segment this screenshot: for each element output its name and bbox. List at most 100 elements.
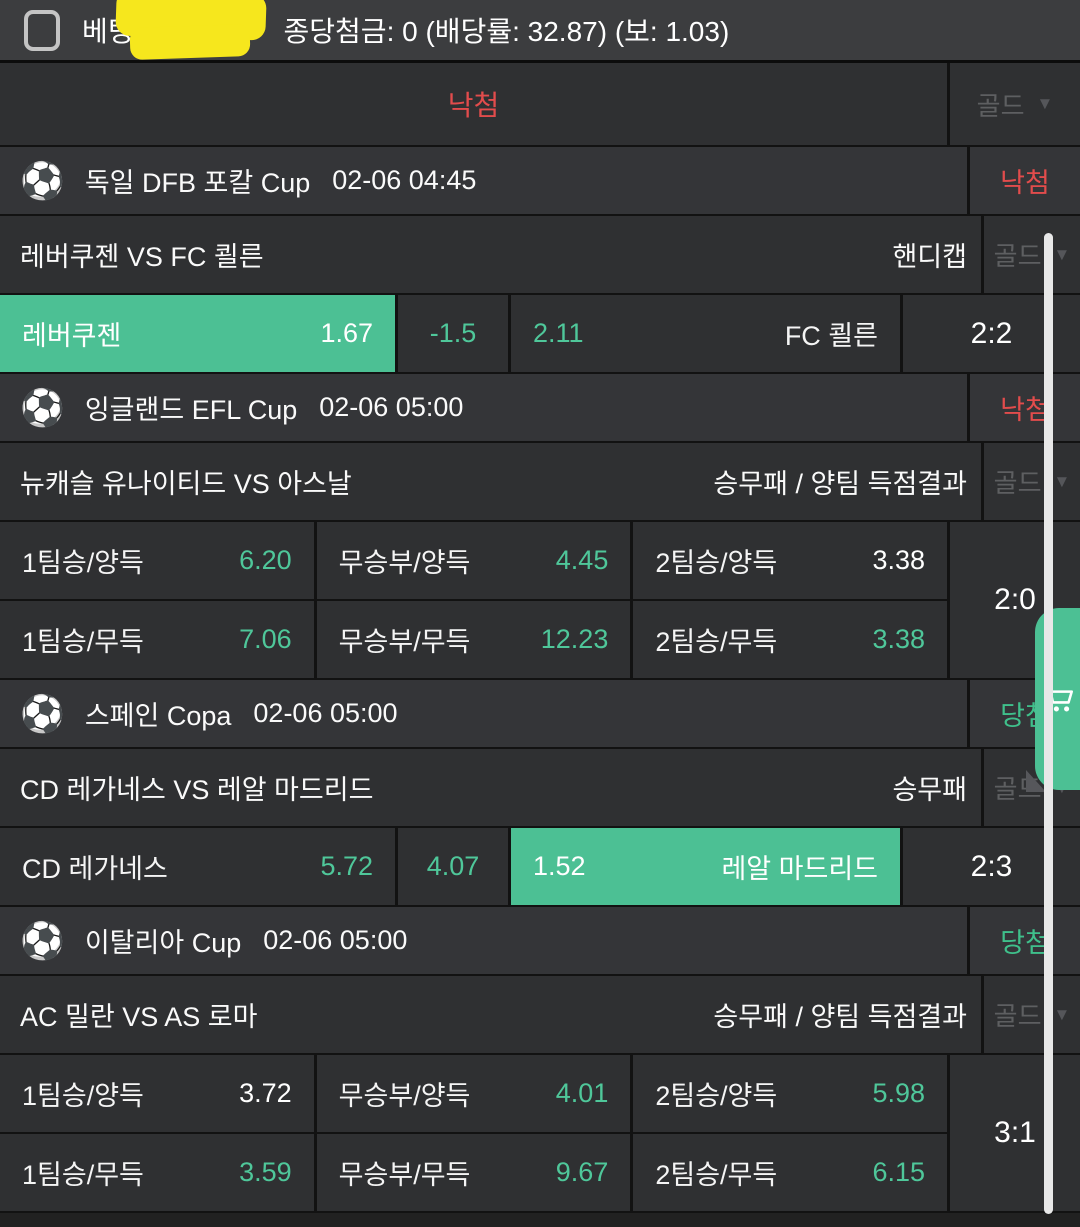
odds-label: 2팀승/양득 (655, 1074, 777, 1113)
odds-row: 레버쿠젠 1.67 -1.5 2.11 FC 쾰른 2:2 (0, 295, 1080, 374)
soccer-ball-icon: ⚽ (20, 163, 65, 199)
league-name: 잉글랜드 EFL Cup (85, 388, 297, 427)
league-name: 독일 DFB 포칼 Cup (85, 161, 310, 200)
odds-value: 7.06 (239, 624, 292, 655)
odds-value: 3.38 (872, 545, 925, 576)
match-time: 02-06 05:00 (263, 925, 407, 956)
match-row: 레버쿠젠 VS FC 쾰른 핸디캡 골드 ▼ (0, 216, 1080, 295)
match-row: AC 밀란 VS AS 로마 승무패 / 양팀 득점결과 골드 ▼ (0, 976, 1080, 1055)
bottom-gap (0, 1213, 1080, 1227)
chevron-down-icon: ▼ (1054, 472, 1071, 492)
odds-value: 3.38 (872, 624, 925, 655)
league-name: 이탈리아 Cup (85, 921, 241, 960)
gold-dropdown-label: 골드 (977, 86, 1025, 123)
market-label: 승무패 / 양팀 득점결과 (713, 995, 967, 1034)
home-team-name: CD 레가네스 (22, 847, 168, 886)
betting-slip-screen: 베팅 종당첨금: 0 (배당률: 32.87) (보: 1.03) 낙첨 골드 … (0, 0, 1080, 1227)
odds-cell[interactable]: 2팀승/양득 3.38 (633, 522, 947, 599)
handicap-line-value: -1.5 (430, 318, 477, 349)
odds-row: CD 레가네스 5.72 4.07 1.52 레알 마드리드 2:3 (0, 828, 1080, 907)
away-odds-value: 1.52 (533, 851, 586, 882)
odds-grid: 1팀승/양득 6.20 무승부/양득 4.45 2팀승/양득 3.38 1팀승/… (0, 522, 1080, 680)
match-time: 02-06 05:00 (319, 392, 463, 423)
gold-dropdown-label: 골드 (994, 236, 1042, 273)
odds-cell[interactable]: 1팀승/무득 7.06 (0, 601, 317, 678)
gold-dropdown[interactable]: 골드 ▼ (994, 236, 1071, 273)
odds-value: 6.20 (239, 545, 292, 576)
away-odds-value: 2.11 (533, 318, 584, 349)
odds-value: 4.45 (556, 545, 609, 576)
score-value: 2:0 (994, 583, 1036, 617)
odds-label: 1팀승/무득 (22, 620, 144, 659)
score-value: 3:1 (994, 1116, 1036, 1150)
odds-cell[interactable]: 1팀승/양득 6.20 (0, 522, 317, 599)
league-header: ⚽ 이탈리아 Cup 02-06 05:00 당첨 (0, 907, 1080, 976)
gold-dropdown-label: 골드 (994, 996, 1042, 1033)
home-odds-value: 1.67 (320, 318, 373, 349)
match-row: CD 레가네스 VS 레알 마드리드 승무패 골드 ▼ (0, 749, 1080, 828)
odds-cell[interactable]: 1팀승/양득 3.72 (0, 1055, 317, 1132)
slip-header: 베팅 종당첨금: 0 (배당률: 32.87) (보: 1.03) (0, 0, 1080, 63)
match-status-badge: 낙첨 (1000, 388, 1050, 427)
odds-cell-away[interactable]: 2.11 FC 쾰른 (511, 295, 903, 372)
soccer-ball-icon: ⚽ (20, 390, 65, 426)
gold-dropdown[interactable]: 골드 ▼ (994, 463, 1071, 500)
home-odds-value: 5.72 (320, 851, 373, 882)
scrollbar-thumb[interactable] (1044, 233, 1053, 1214)
market-label: 승무패 (892, 768, 967, 807)
odds-value: 3.72 (239, 1078, 292, 1109)
odds-cell[interactable]: 1팀승/무득 3.59 (0, 1134, 317, 1211)
soccer-ball-icon: ⚽ (20, 696, 65, 732)
slip-status-badge: 낙첨 (448, 84, 500, 124)
odds-cell[interactable]: 무승부/무득 9.67 (317, 1134, 634, 1211)
chevron-down-icon: ▼ (1054, 245, 1071, 265)
teams-label: CD 레가네스 VS 레알 마드리드 (20, 768, 373, 807)
odds-grid: 1팀승/양득 3.72 무승부/양득 4.01 2팀승/양득 5.98 1팀승/… (0, 1055, 1080, 1213)
slip-payout-summary: 종당첨금: 0 (배당률: 32.87) (보: 1.03) (284, 10, 730, 50)
odds-value: 5.98 (872, 1078, 925, 1109)
teams-label: AC 밀란 VS AS 로마 (20, 995, 257, 1034)
select-all-checkbox[interactable] (24, 10, 60, 51)
odds-cell-draw[interactable]: 4.07 (398, 828, 511, 905)
odds-label: 무승부/무득 (339, 1153, 471, 1192)
soccer-ball-icon: ⚽ (20, 923, 65, 959)
match-row: 뉴캐슬 유나이티드 VS 아스날 승무패 / 양팀 득점결과 골드 ▼ (0, 443, 1080, 522)
cart-button[interactable] (1035, 608, 1080, 790)
odds-label: 1팀승/양득 (22, 541, 144, 580)
draw-odds-value: 4.07 (427, 851, 480, 882)
odds-value: 3.59 (239, 1157, 292, 1188)
odds-value: 12.23 (541, 624, 609, 655)
match-time: 02-06 04:45 (332, 165, 476, 196)
chevron-down-icon: ▼ (1037, 94, 1054, 114)
odds-cell[interactable]: 2팀승/무득 3.38 (633, 601, 947, 678)
odds-cell-home[interactable]: 레버쿠젠 1.67 (0, 295, 398, 372)
odds-label: 무승부/양득 (339, 1074, 471, 1113)
odds-value: 9.67 (556, 1157, 609, 1188)
odds-value: 6.15 (872, 1157, 925, 1188)
teams-label: 뉴캐슬 유나이티드 VS 아스날 (20, 462, 352, 501)
gold-dropdown[interactable]: 골드 ▼ (994, 996, 1071, 1033)
match-status-badge: 낙첨 (1000, 161, 1050, 200)
gold-dropdown[interactable]: 골드 ▼ (977, 86, 1054, 123)
odds-cell[interactable]: 무승부/무득 12.23 (317, 601, 634, 678)
gold-dropdown-label: 골드 (994, 463, 1042, 500)
match-time: 02-06 05:00 (253, 698, 397, 729)
odds-cell[interactable]: 무승부/양득 4.45 (317, 522, 634, 599)
market-label: 핸디캡 (892, 235, 967, 274)
league-header: ⚽ 스페인 Copa 02-06 05:00 당첨 (0, 680, 1080, 749)
league-header: ⚽ 잉글랜드 EFL Cup 02-06 05:00 낙첨 (0, 374, 1080, 443)
match-status-badge: 당첨 (1000, 921, 1050, 960)
odds-cell-home[interactable]: CD 레가네스 5.72 (0, 828, 398, 905)
odds-cell[interactable]: 무승부/양득 4.01 (317, 1055, 634, 1132)
market-label: 승무패 / 양팀 득점결과 (713, 462, 967, 501)
odds-cell[interactable]: 2팀승/양득 5.98 (633, 1055, 947, 1132)
league-header: ⚽ 독일 DFB 포칼 Cup 02-06 04:45 낙첨 (0, 147, 1080, 216)
odds-label: 무승부/양득 (339, 541, 471, 580)
odds-cell-line[interactable]: -1.5 (398, 295, 511, 372)
odds-cell[interactable]: 2팀승/무득 6.15 (633, 1134, 947, 1211)
odds-label: 2팀승/무득 (655, 620, 777, 659)
odds-label: 1팀승/무득 (22, 1153, 144, 1192)
slip-result-row: 낙첨 골드 ▼ (0, 63, 1080, 147)
away-team-name: FC 쾰른 (785, 314, 878, 353)
odds-cell-away[interactable]: 1.52 레알 마드리드 (511, 828, 903, 905)
